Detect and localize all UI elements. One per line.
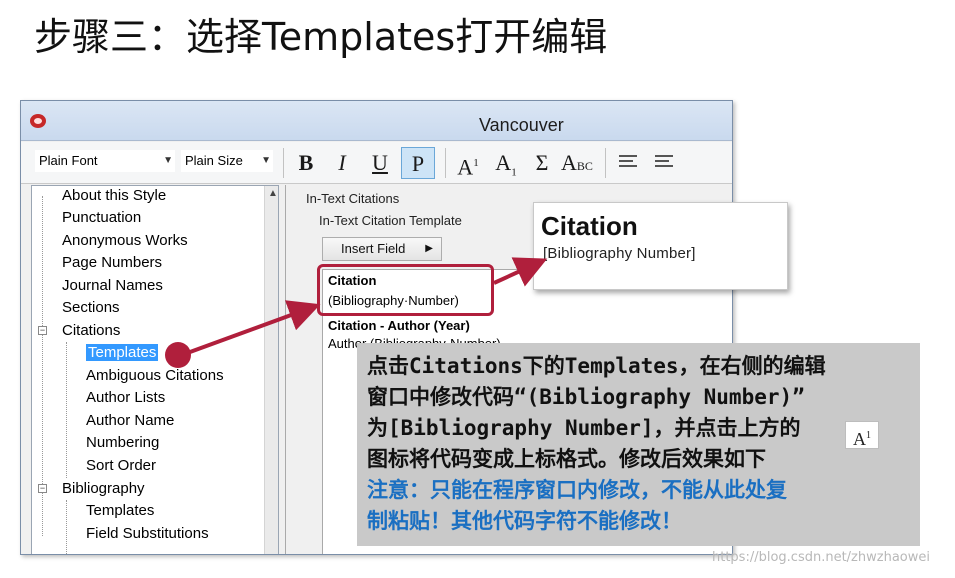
tree-item-author-lists[interactable]: Author Lists xyxy=(86,387,165,409)
window-title: Vancouver xyxy=(479,115,564,135)
tree-item-label: Bibliography xyxy=(62,480,145,497)
subscript-label: A xyxy=(495,150,512,175)
tree-item-bibliography-templates[interactable]: Templates xyxy=(86,500,154,522)
tree-item-sort-order[interactable]: Sort Order xyxy=(86,455,156,477)
small-caps-button[interactable]: ABC xyxy=(561,147,593,179)
size-select[interactable]: Plain Size ▼ xyxy=(181,150,273,172)
superscript-button[interactable]: A1 xyxy=(453,147,483,179)
size-select-value: Plain Size xyxy=(185,153,243,168)
tree-item-label: Numbering xyxy=(86,434,160,451)
bold-button[interactable]: B xyxy=(291,147,321,179)
tree-item-label: Page Numbers xyxy=(62,254,163,271)
tree-guide xyxy=(66,500,67,554)
tree-guide xyxy=(66,342,67,478)
tree-item-about[interactable]: About this Style xyxy=(62,186,167,207)
superscript-mark: 1 xyxy=(473,157,479,169)
underline-button[interactable]: U xyxy=(365,147,395,179)
callout-warning: 制粘贴！其他代码字符不能修改！ xyxy=(367,509,682,533)
result-preview: Citation [Bibliography Number] xyxy=(533,202,788,290)
callout-line: 图标将代码变成上标格式。修改后效果如下 xyxy=(367,447,766,471)
tree-item-ambiguous-citations[interactable]: Ambiguous Citations xyxy=(86,365,224,387)
superscript-badge-label: A xyxy=(853,429,866,449)
toolbar-separator xyxy=(445,148,446,178)
format-toolbar: Plain Font ▼ Plain Size ▼ B I U P A1 A1 … xyxy=(21,142,732,184)
tree-item-label: Author Lists xyxy=(86,389,166,406)
tree-item-label: About this Style xyxy=(62,187,167,204)
insert-field-label: Insert Field xyxy=(341,241,406,256)
symbol-button[interactable]: Σ xyxy=(527,147,557,179)
toolbar-separator xyxy=(605,148,606,178)
title-bar: Vancouver xyxy=(21,101,732,141)
highlight-box xyxy=(317,264,494,316)
font-select-value: Plain Font xyxy=(39,153,98,168)
tree-item-label: Field Substitutions xyxy=(86,525,209,542)
slide-title: 步骤三：选择Templates打开编辑 xyxy=(34,15,608,59)
superscript-badge-mark: 1 xyxy=(866,430,871,441)
insert-field-button[interactable]: Insert Field ▶ xyxy=(322,237,442,261)
tree-item-anonymous-works[interactable]: Anonymous Works xyxy=(62,230,188,252)
tree-item-journal-names[interactable]: Journal Names xyxy=(62,275,163,297)
style-tree: About this Style Punctuation Anonymous W… xyxy=(31,185,279,554)
align-justify-icon[interactable] xyxy=(655,155,673,169)
chevron-down-icon: ▼ xyxy=(261,155,271,166)
group-label: In-Text Citation Template xyxy=(319,213,462,228)
tree-item-label: Templates xyxy=(86,344,159,361)
toolbar-separator xyxy=(283,148,284,178)
tree-item-author-name[interactable]: Author Name xyxy=(86,410,174,432)
triangle-right-icon: ▶ xyxy=(425,243,433,254)
scroll-up-icon[interactable]: ▲ xyxy=(265,186,278,202)
small-caps-tail: BC xyxy=(576,159,593,173)
callout-line: 窗口中修改代码“(Bibliography Number)” xyxy=(367,385,805,409)
collapse-icon[interactable]: − xyxy=(38,484,47,493)
section-label: In-Text Citations xyxy=(306,191,400,206)
tree-item-label: Citations xyxy=(62,322,121,339)
chevron-down-icon: ▼ xyxy=(163,155,173,166)
result-heading: Citation xyxy=(541,211,638,241)
tree-scrollbar[interactable]: ▲ xyxy=(264,186,278,554)
tree-item-sections[interactable]: Sections xyxy=(62,297,120,319)
tree-item-citations-templates[interactable]: Templates xyxy=(86,342,159,364)
subscript-mark: 1 xyxy=(511,166,517,179)
tree-item-field-substitutions[interactable]: Field Substitutions xyxy=(86,523,209,545)
align-left-icon[interactable] xyxy=(619,155,637,169)
instruction-callout: 点击Citations下的Templates，在右侧的编辑 窗口中修改代码“(B… xyxy=(357,343,920,546)
tree-item-label: Anonymous Works xyxy=(62,232,188,249)
tree-item-label: Sections xyxy=(62,299,120,316)
tree-item-label: Journal Names xyxy=(62,277,163,294)
tree-item-citations[interactable]: Citations xyxy=(62,320,120,342)
subscript-button[interactable]: A1 xyxy=(491,147,521,179)
small-caps-label: A xyxy=(561,150,577,175)
tree-item-label: Sort Order xyxy=(86,457,157,474)
plain-button[interactable]: P xyxy=(401,147,435,179)
callout-line: 点击Citations下的Templates，在右侧的编辑 xyxy=(367,354,826,378)
tree-item-label: Punctuation xyxy=(62,209,142,226)
collapse-icon[interactable]: − xyxy=(38,326,47,335)
tree-item-numbering[interactable]: Numbering xyxy=(86,432,159,454)
tree-item-bibliography[interactable]: Bibliography xyxy=(62,478,145,500)
superscript-label: A xyxy=(457,154,474,180)
tree-item-page-numbers[interactable]: Page Numbers xyxy=(62,252,162,274)
tree-item-punctuation[interactable]: Punctuation xyxy=(62,207,141,229)
endnote-app-icon xyxy=(30,114,46,128)
superscript-icon: A1 xyxy=(845,421,879,449)
tree-item-label: Templates xyxy=(86,502,155,519)
callout-line: 为[Bibliography Number]，并点击上方的 xyxy=(367,416,801,440)
font-select[interactable]: Plain Font ▼ xyxy=(35,150,175,172)
tree-item-label: Ambiguous Citations xyxy=(86,367,224,384)
watermark: https://blog.csdn.net/zhwzhaowei xyxy=(712,550,930,565)
italic-button[interactable]: I xyxy=(327,147,357,179)
result-code: [Bibliography Number] xyxy=(543,245,696,262)
tree-item-label: Author Name xyxy=(86,412,175,429)
callout-warning: 注意：只能在程序窗口内修改，不能从此处复 xyxy=(367,478,787,502)
template-heading-author-year: Citation - Author (Year) xyxy=(328,318,470,333)
